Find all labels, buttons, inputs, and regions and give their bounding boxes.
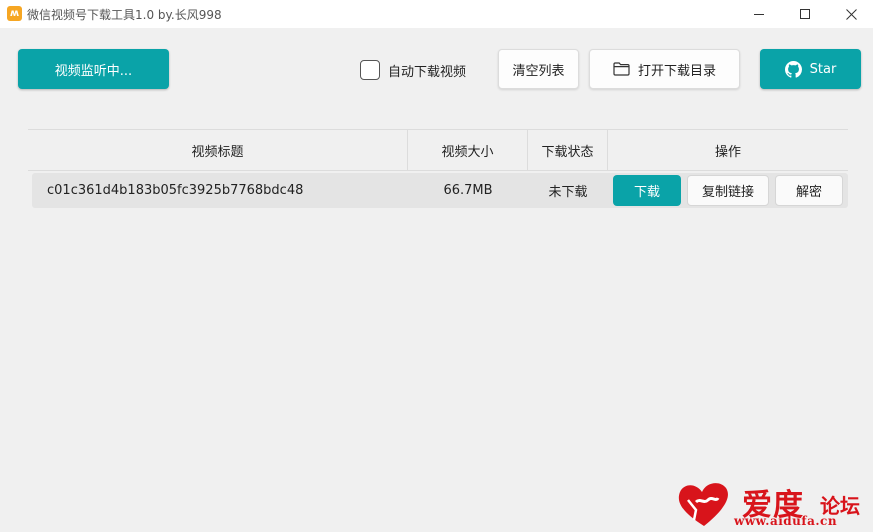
open-download-dir-button[interactable]: 打开下载目录 <box>589 49 740 89</box>
app-logo-icon: ʍ <box>7 6 22 21</box>
watermark-url: www.aidufa.cn <box>734 514 838 528</box>
column-header-actions[interactable]: 操作 <box>608 130 848 170</box>
download-button[interactable]: 下载 <box>613 175 681 206</box>
github-icon <box>784 60 802 78</box>
star-button-label: Star <box>809 61 837 77</box>
minimize-icon <box>754 13 764 15</box>
watermark-logo: 爱度 论坛 www.aidufa.cn <box>672 478 867 530</box>
monitor-button[interactable]: 视频监听中... <box>18 49 169 89</box>
folder-icon <box>613 62 630 76</box>
close-icon <box>845 8 857 20</box>
clear-list-button[interactable]: 清空列表 <box>498 49 579 89</box>
auto-download-label: 自动下载视频 <box>388 64 467 80</box>
maximize-icon <box>800 9 810 19</box>
download-status-cell: 未下载 <box>548 185 588 200</box>
decrypt-button[interactable]: 解密 <box>775 175 843 206</box>
heart-logo-icon <box>678 483 728 526</box>
column-header-size[interactable]: 视频大小 <box>408 130 527 170</box>
table-row[interactable]: c01c361d4b183b05fc3925b7768bdc48 66.7MB … <box>32 173 848 208</box>
auto-download-toggle[interactable]: 自动下载视频 <box>360 59 466 81</box>
github-star-button[interactable]: Star <box>760 49 861 89</box>
minimize-button[interactable] <box>736 0 782 28</box>
window-title: 微信视频号下载工具1.0 by.长风998 <box>27 8 222 22</box>
video-title-cell: c01c361d4b183b05fc3925b7768bdc48 <box>47 183 304 198</box>
video-size-cell: 66.7MB <box>443 183 493 198</box>
column-header-status[interactable]: 下载状态 <box>528 130 607 170</box>
maximize-button[interactable] <box>782 0 828 28</box>
table-header: 视频标题 视频大小 下载状态 操作 <box>28 129 848 171</box>
close-button[interactable] <box>828 0 873 28</box>
copy-link-button[interactable]: 复制链接 <box>687 175 769 206</box>
monitor-button-label: 视频监听中... <box>54 63 133 79</box>
title-bar: ʍ 微信视频号下载工具1.0 by.长风998 <box>0 0 873 28</box>
column-header-title[interactable]: 视频标题 <box>28 130 407 170</box>
open-download-dir-label: 打开下载目录 <box>637 63 716 79</box>
clear-list-label: 清空列表 <box>512 63 565 79</box>
auto-download-checkbox[interactable] <box>360 60 380 80</box>
